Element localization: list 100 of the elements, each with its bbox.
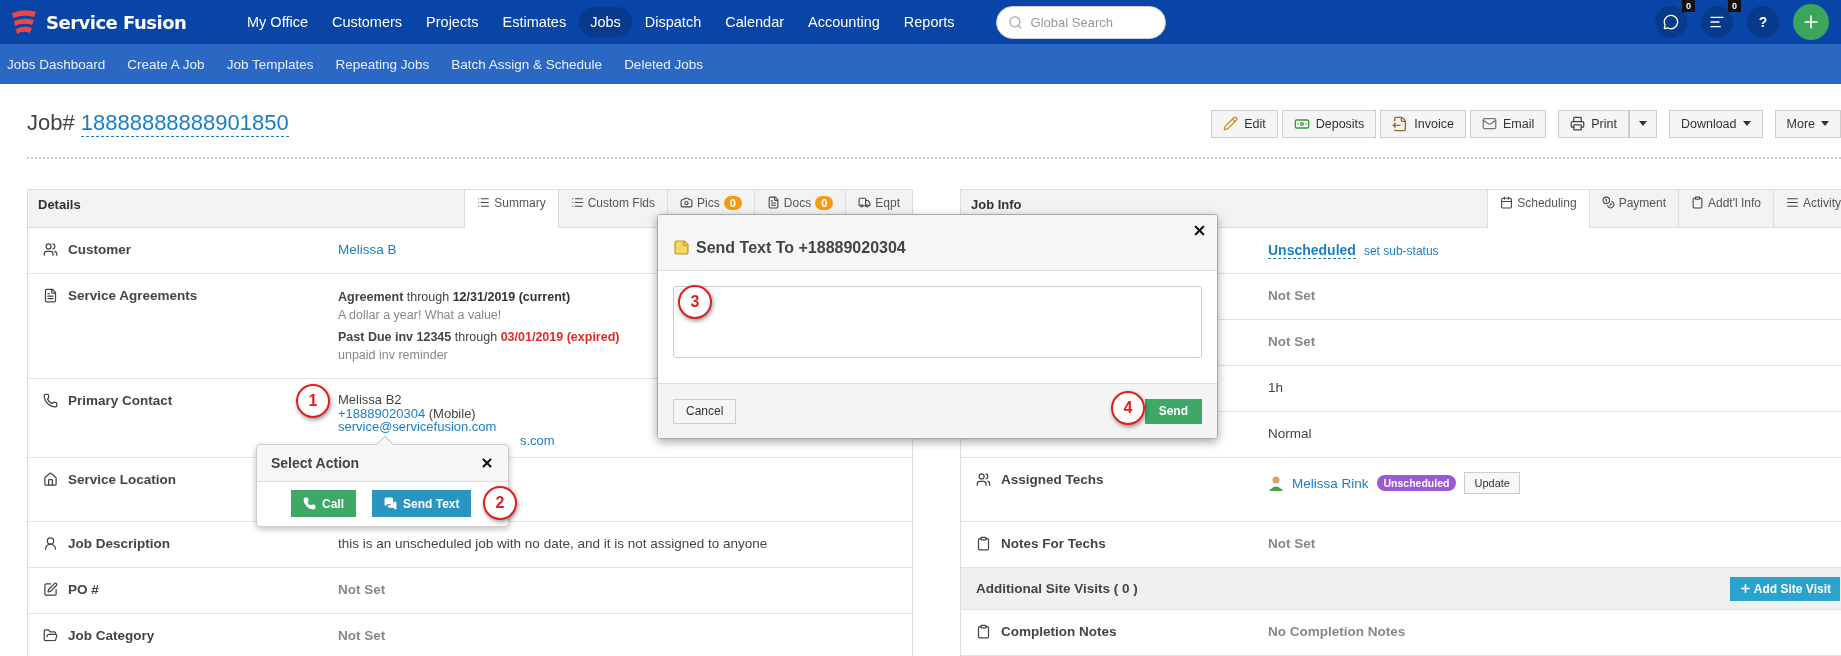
section-label: Additional Site Visits ( 0 ) — [976, 581, 1138, 596]
clipboard-icon — [976, 624, 991, 639]
tech-link[interactable]: Melissa Rink — [1292, 475, 1369, 491]
action-button[interactable]: Invoice — [1380, 109, 1466, 138]
panel-title: Job Info — [970, 196, 1022, 212]
row-value: this is an unscheduled job with no date, and it is not assigned to anyone — [338, 536, 768, 551]
job-label: Job# — [27, 110, 75, 137]
panel-title: Details — [37, 196, 81, 212]
agreement-note: A dollar a year! What a value! — [338, 307, 502, 324]
row-value: Not Set — [1268, 288, 1316, 303]
clipboard-icon — [976, 536, 991, 551]
folder-icon — [43, 628, 58, 643]
list-icon — [570, 196, 584, 209]
action-button[interactable]: Edit — [1211, 109, 1278, 138]
nav-item[interactable]: Dispatch — [633, 7, 713, 37]
sub-nav-item[interactable]: Repeating Jobs — [335, 56, 430, 72]
menu-icon — [1786, 196, 1799, 209]
contact-name: Melissa B2 — [338, 393, 402, 407]
count-badge: 0 — [723, 196, 742, 210]
row-label: Primary Contact — [68, 393, 173, 408]
row-value: Normal — [1268, 426, 1312, 441]
note-icon — [673, 239, 690, 256]
header-button[interactable] — [1701, 6, 1733, 38]
nav-item[interactable]: Customers — [320, 7, 414, 37]
row-label: Job Category — [68, 628, 155, 643]
nav-item[interactable]: Accounting — [797, 7, 891, 37]
nav-item[interactable]: Projects — [415, 7, 490, 37]
job-info-tab[interactable]: Scheduling — [1487, 190, 1589, 228]
nav-item[interactable]: Estimates — [491, 7, 578, 37]
row-label: PO # — [68, 582, 99, 597]
calendar-icon — [1500, 196, 1514, 209]
row-value: Not Set — [1268, 334, 1316, 349]
printer-icon — [1570, 116, 1586, 131]
action-button[interactable]: Deposits — [1281, 109, 1377, 138]
row-label: Notes For Techs — [1001, 536, 1106, 551]
nav-item[interactable]: Calendar — [714, 7, 796, 37]
dropdown-toggle[interactable] — [1628, 109, 1657, 138]
add-button[interactable] — [1793, 4, 1829, 40]
row-label: Service Location — [68, 472, 177, 487]
action-button[interactable]: More — [1774, 109, 1841, 138]
status-link[interactable]: Unscheduled — [1268, 242, 1356, 259]
chat-icon — [384, 497, 397, 510]
nav-item[interactable]: My Office — [236, 7, 319, 37]
row-label: Customer — [68, 242, 131, 257]
help-button[interactable]: ? — [1747, 6, 1779, 38]
chat-icon — [1663, 14, 1679, 30]
list-icon — [1709, 14, 1725, 30]
sub-nav-item[interactable]: Create A Job — [127, 56, 205, 72]
row-value: Not Set — [1268, 536, 1316, 551]
search-icon — [1007, 14, 1023, 30]
coins-icon — [1601, 196, 1615, 209]
truck-icon — [858, 196, 872, 209]
contact-phone: +18889020304 (Mobile) — [338, 406, 476, 420]
sub-nav-item[interactable]: Deleted Jobs — [624, 56, 703, 72]
message-field[interactable] — [673, 286, 1202, 358]
sub-nav-item[interactable]: Batch Assign & Schedule — [451, 56, 603, 72]
count-badge: 0 — [1682, 0, 1695, 12]
agreement-text: Agreement through 12/31/2019 (current) — [338, 289, 571, 306]
agreement-text: Past Due inv 12345 through 03/01/2019 (expired) — [338, 329, 620, 346]
people-icon — [43, 242, 58, 257]
job-info-tab[interactable]: Activity — [1773, 190, 1841, 227]
action-button[interactable]: Print — [1558, 109, 1629, 138]
pencil-icon — [1223, 116, 1239, 131]
customer-link[interactable]: Melissa B — [338, 242, 397, 257]
action-button[interactable]: Email — [1469, 109, 1547, 138]
update-button[interactable]: Update — [1464, 472, 1520, 494]
sub-nav-item[interactable]: Job Templates — [226, 56, 314, 72]
sub-status-link[interactable]: set sub-status — [1363, 243, 1439, 258]
clipboard-icon — [1691, 196, 1704, 209]
details-tab[interactable]: Summary — [464, 190, 558, 228]
list-icon — [477, 196, 491, 209]
row-label: Completion Notes — [1001, 624, 1117, 639]
logo-icon — [10, 9, 38, 35]
person-icon — [43, 536, 58, 551]
agreement-note: unpaid inv reminder — [338, 347, 448, 364]
close-icon[interactable] — [480, 456, 494, 470]
caret-icon — [1638, 121, 1647, 126]
header-button[interactable] — [1655, 6, 1687, 38]
plus-icon — [1738, 582, 1752, 595]
dialog-title: Send Text To +18889020304 — [696, 238, 906, 257]
email-link[interactable]: s.com — [520, 432, 555, 448]
status-badge: Unscheduled — [1376, 475, 1457, 491]
sub-nav-item[interactable]: Jobs Dashboard — [7, 56, 106, 72]
document-icon — [43, 288, 58, 303]
search-field[interactable]: Global Search — [995, 5, 1166, 39]
row-label: Service Agreements — [68, 288, 198, 303]
house-icon — [43, 472, 58, 487]
row-label: Job Description — [68, 536, 170, 551]
action-button[interactable]: Download — [1668, 109, 1763, 138]
document-icon — [1392, 115, 1409, 132]
nav-item[interactable]: Reports — [892, 7, 966, 37]
phone-link[interactable]: +18889020304 — [338, 405, 426, 421]
nav-item[interactable]: Jobs — [579, 7, 632, 37]
close-icon[interactable] — [1192, 223, 1207, 238]
row-value: Not Set — [338, 582, 386, 597]
email-link[interactable]: service@servicefusion.com — [338, 419, 497, 434]
cancel-button[interactable]: Cancel — [673, 398, 737, 424]
job-number[interactable]: 18888888888901850 — [80, 110, 289, 137]
people-icon — [976, 472, 991, 487]
row-value: No Completion Notes — [1268, 624, 1406, 639]
